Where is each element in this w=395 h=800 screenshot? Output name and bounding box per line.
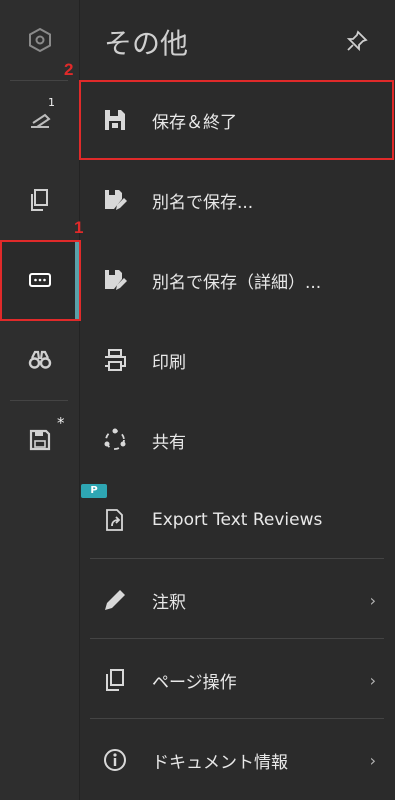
left-rail: 1 * xyxy=(0,0,80,800)
menu-divider xyxy=(90,718,384,719)
notification-count: 1 xyxy=(48,96,55,109)
menu-item-annotations[interactable]: 注釈 › xyxy=(90,565,384,635)
save-as-icon xyxy=(105,190,127,210)
callout-box-1 xyxy=(0,240,81,321)
chevron-right-icon: › xyxy=(369,590,376,610)
binoculars-icon xyxy=(28,350,51,369)
pin-button[interactable] xyxy=(344,28,370,54)
panel-title: その他 xyxy=(104,27,189,60)
menu-item-page-operations[interactable]: ページ操作 › xyxy=(90,645,384,715)
menu-item-save-as[interactable]: 別名で保存... xyxy=(90,165,384,235)
menu-item-save-as-detailed[interactable]: 別名で保存（詳細）... xyxy=(90,245,384,315)
save-icon xyxy=(105,110,125,130)
menu-label: 保存＆終了 xyxy=(152,112,237,133)
callout-label-2: 2 xyxy=(64,60,74,79)
menu-label: 印刷 xyxy=(152,352,186,373)
menu-divider xyxy=(90,558,384,559)
printer-icon xyxy=(105,349,126,371)
unsaved-marker: * xyxy=(57,414,65,432)
callout-label-1: 1 xyxy=(74,218,84,237)
menu-label: ドキュメント情報 xyxy=(152,752,288,773)
copy-icon xyxy=(30,189,48,211)
share-icon xyxy=(104,428,126,450)
menu-item-share[interactable]: 共有 xyxy=(90,405,384,475)
hexagon-settings-icon xyxy=(28,27,51,53)
menu-item-document-info[interactable]: ドキュメント情報 › xyxy=(90,725,384,795)
menu-label: 別名で保存... xyxy=(152,192,254,213)
menu-label: 共有 xyxy=(152,432,186,453)
chevron-right-icon: › xyxy=(369,750,376,770)
menu-label: 別名で保存（詳細）... xyxy=(152,272,322,293)
menu-item-print[interactable]: 印刷 xyxy=(90,325,384,395)
pages-icon xyxy=(106,669,124,691)
copy-pages-button[interactable] xyxy=(0,160,79,240)
menu-item-export-text-reviews[interactable]: Export Text Reviews xyxy=(90,485,384,555)
highlighter-button[interactable]: 1 xyxy=(0,80,79,160)
save-as-detailed-icon xyxy=(105,270,127,290)
menu-item-save-and-close[interactable]: 保存＆終了 xyxy=(90,85,384,155)
menu-label: Export Text Reviews xyxy=(152,510,323,530)
export-icon xyxy=(106,509,123,531)
chevron-right-icon: › xyxy=(369,670,376,690)
menu-divider xyxy=(90,638,384,639)
highlighter-icon xyxy=(30,113,51,128)
search-button[interactable] xyxy=(0,320,79,400)
save-button[interactable]: * xyxy=(0,400,79,480)
menu-label: ページ操作 xyxy=(152,672,237,693)
pin-icon xyxy=(346,30,368,52)
menu-label: 注釈 xyxy=(152,592,186,613)
info-icon xyxy=(104,749,126,771)
pen-icon xyxy=(105,590,125,610)
save-icon xyxy=(29,429,50,451)
